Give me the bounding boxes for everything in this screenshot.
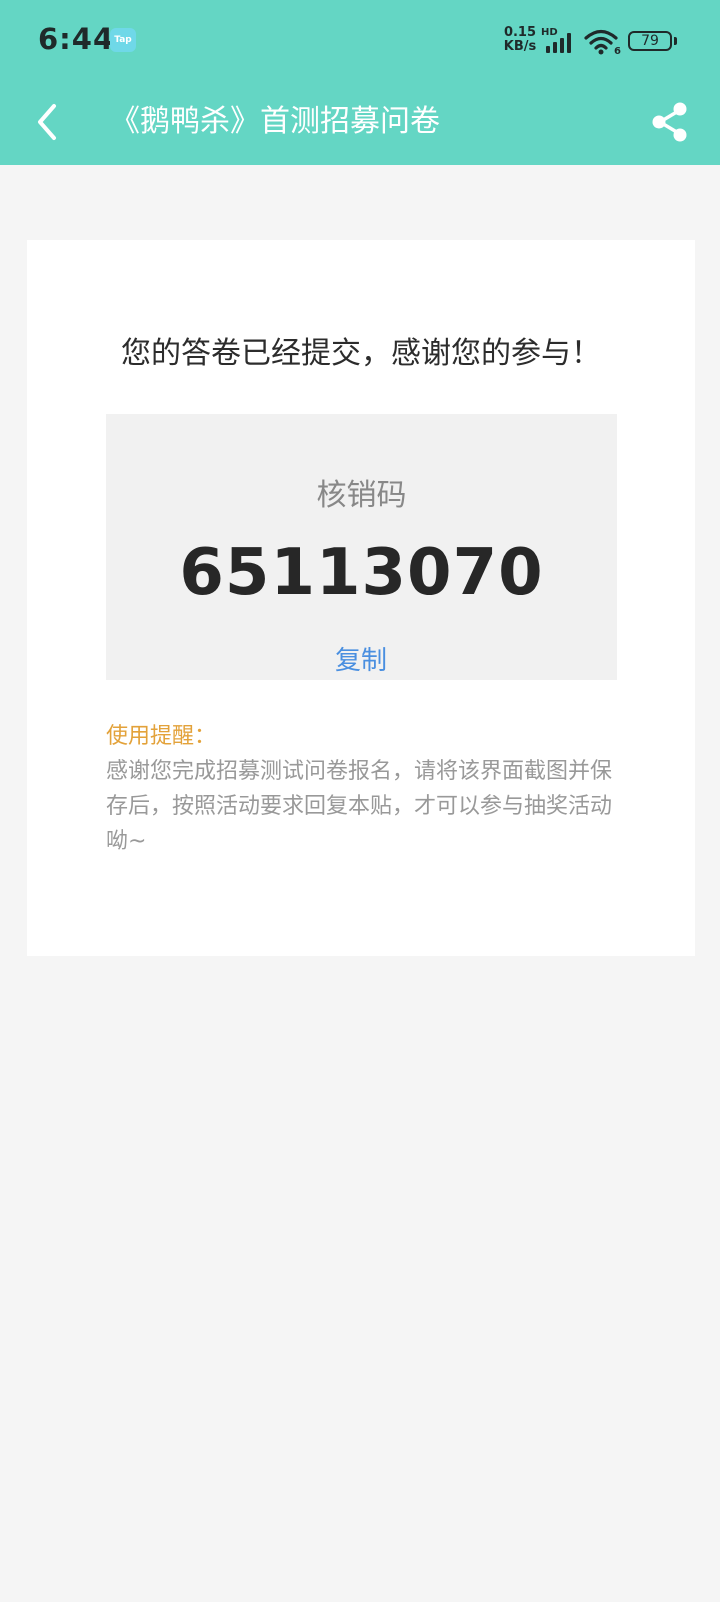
wifi-label: 6 [614,46,621,56]
wifi-icon: 6 [584,29,621,56]
status-time: 6:44 [38,22,115,56]
copy-button[interactable]: 复制 [311,640,411,677]
network-speed-value: 0.15 [503,25,537,40]
network-speed-unit: KB/s [503,39,537,54]
battery-level: 79 [641,33,659,49]
tap-app-icon: Tap [110,28,136,52]
share-icon [652,102,687,142]
battery-icon: 79 [628,31,672,51]
redeem-code-label: 核销码 [316,478,407,513]
status-bar: 6:44 Tap 0.15 KB/s HD 6 79 [0,0,720,82]
signal-icon [546,33,571,53]
network-speed: 0.15 KB/s [502,26,538,54]
share-button[interactable] [646,96,694,148]
tips-title: 使用提醒： [106,724,217,749]
back-button[interactable] [28,96,68,148]
tips-body: 感谢您完成招募测试问卷报名，请将该界面截图并保存后，按照活动要求回复本贴，才可以… [106,759,613,854]
app-bar: 《鹅鸭杀》首测招募问卷 [0,82,720,165]
result-card: 您的答卷已经提交，感谢您的参与！ 核销码 65113070 复制 使用提醒： 感… [27,240,695,956]
redeem-code-value: 65113070 [179,536,544,610]
battery-tip [674,37,677,45]
page-title: 《鹅鸭杀》首测招募问卷 [110,104,440,139]
chevron-left-icon [38,104,56,140]
redeem-code-box: 核销码 65113070 复制 [106,414,617,680]
success-message: 您的答卷已经提交，感谢您的参与！ [121,336,601,371]
